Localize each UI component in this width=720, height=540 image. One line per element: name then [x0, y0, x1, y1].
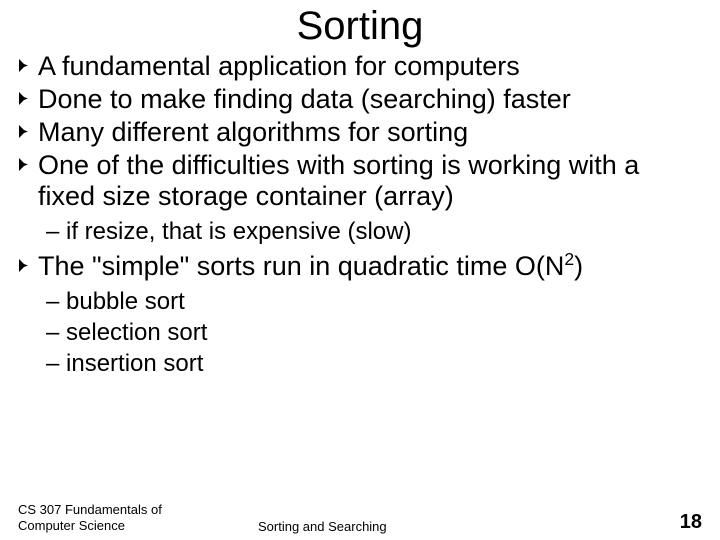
bullet-text-post: ) [574, 251, 583, 281]
bullet-text: A fundamental application for computers [36, 51, 702, 83]
slide: Sorting A fundamental application for co… [0, 0, 720, 540]
bullet-icon [18, 51, 36, 73]
footer-topic: Sorting and Searching [198, 519, 642, 534]
bullet-text: Done to make finding data (searching) fa… [36, 84, 702, 116]
slide-body: A fundamental application for computers … [18, 51, 702, 379]
bullet-text: The "simple" sorts run in quadratic time… [36, 251, 702, 283]
slide-footer: CS 307 Fundamentals of Computer Science … [0, 502, 720, 535]
sub-item: – selection sort [46, 318, 702, 348]
sub-item: – if resize, that is expensive (slow) [46, 217, 702, 247]
bullet-item: One of the difficulties with sorting is … [18, 150, 702, 214]
sub-item: – insertion sort [46, 349, 702, 379]
sub-list: – bubble sort – selection sort – inserti… [46, 287, 702, 379]
page-number: 18 [642, 511, 702, 534]
bullet-icon [18, 251, 36, 273]
bullet-text: Many different algorithms for sorting [36, 117, 702, 149]
slide-title: Sorting [18, 4, 702, 49]
bullet-icon [18, 84, 36, 106]
bullet-item: The "simple" sorts run in quadratic time… [18, 251, 702, 283]
bullet-item: A fundamental application for computers [18, 51, 702, 83]
bullet-item: Done to make finding data (searching) fa… [18, 84, 702, 116]
footer-course-line1: CS 307 Fundamentals of [18, 502, 198, 518]
sub-item: – bubble sort [46, 287, 702, 317]
bullet-text: One of the difficulties with sorting is … [36, 150, 702, 214]
footer-course-line2: Computer Science [18, 518, 198, 534]
bullet-item: Many different algorithms for sorting [18, 117, 702, 149]
bullet-text-pre: The "simple" sorts run in quadratic time… [38, 251, 564, 281]
sub-list: – if resize, that is expensive (slow) [46, 217, 702, 247]
bullet-icon [18, 150, 36, 172]
superscript: 2 [564, 249, 574, 269]
bullet-icon [18, 117, 36, 139]
footer-left: CS 307 Fundamentals of Computer Science [18, 502, 198, 535]
